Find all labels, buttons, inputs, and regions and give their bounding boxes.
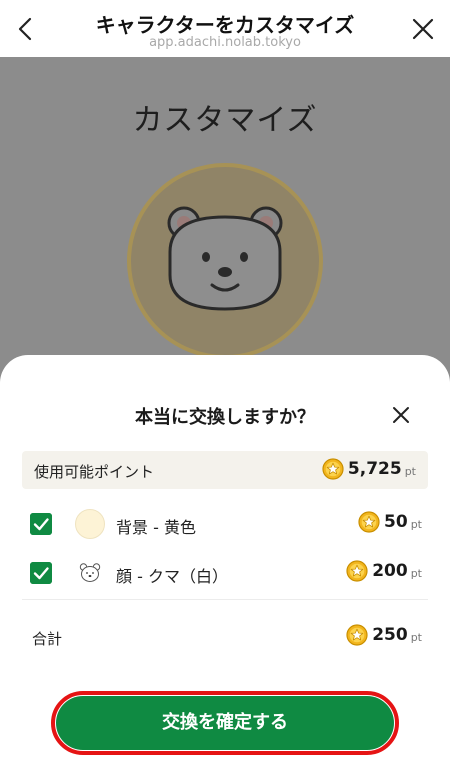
item-cost-unit: pt	[410, 567, 422, 580]
item-label: 背景 - 黄色	[116, 518, 196, 537]
back-chevron-icon[interactable]	[12, 15, 40, 43]
item-cost-number: 50	[384, 512, 408, 532]
page-title: カスタマイズ	[132, 103, 318, 138]
available-points-value: 5,725 pt	[322, 458, 416, 480]
close-icon[interactable]	[410, 16, 436, 42]
divider	[22, 599, 428, 600]
sheet-title: 本当に交換しますか？	[135, 407, 315, 428]
confirm-exchange-button[interactable]: 交換を確定する	[56, 696, 394, 750]
available-points-unit: pt	[404, 465, 416, 478]
item-checkbox[interactable]	[30, 513, 52, 535]
total-unit: pt	[410, 631, 422, 644]
yellow-background-swatch	[75, 509, 105, 539]
total-label: 合計	[32, 630, 63, 648]
available-points-number: 5,725	[347, 459, 402, 479]
item-cost: 200 pt	[346, 560, 422, 582]
item-cost-unit: pt	[410, 518, 422, 531]
item-cost-number: 200	[372, 561, 408, 581]
star-coin-icon	[346, 624, 368, 646]
sheet-close-icon[interactable]	[390, 404, 412, 426]
available-points-row: 使用可能ポイント 5,725 pt	[22, 451, 428, 489]
star-coin-icon	[322, 458, 344, 480]
star-coin-icon	[358, 511, 380, 533]
list-item-background-yellow: 背景 - 黄色 50 pt	[22, 505, 428, 545]
bear-face-icon	[79, 563, 101, 582]
exchange-confirm-sheet: 本当に交換しますか？ 使用可能ポイント 5,725 pt 背景 - 黄色 50 …	[0, 355, 450, 780]
item-cost: 50 pt	[358, 511, 422, 533]
item-label: 顔 - クマ（白）	[116, 567, 228, 586]
bear-face-icon	[167, 206, 283, 311]
header-title: キャラクターをカスタマイズ	[95, 13, 355, 37]
star-coin-icon	[346, 560, 368, 582]
list-item-face-bear: 顔 - クマ（白） 200 pt	[22, 554, 428, 594]
available-points-label: 使用可能ポイント	[34, 463, 155, 481]
total-number: 250	[372, 625, 408, 645]
item-checkbox[interactable]	[30, 562, 52, 584]
app-header: キャラクターをカスタマイズ app.adachi.nolab.tokyo	[0, 0, 450, 57]
header-url: app.adachi.nolab.tokyo	[149, 35, 301, 50]
total-value: 250 pt	[346, 624, 422, 646]
